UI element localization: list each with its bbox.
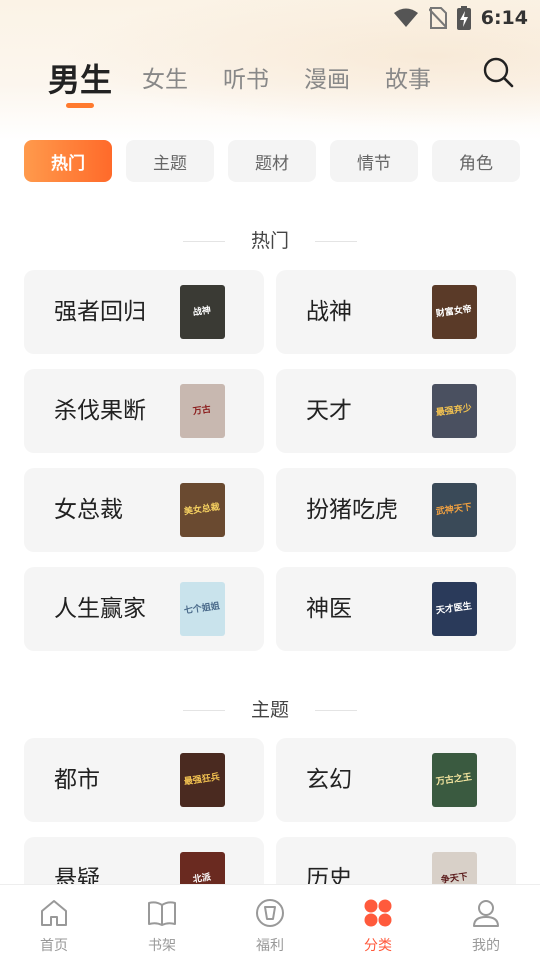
category-card[interactable]: 杀伐果断 万古	[24, 369, 264, 453]
book-cover: 最强弃少	[432, 384, 477, 438]
nav-label: 福利	[256, 938, 284, 954]
category-label: 人生赢家	[54, 596, 146, 622]
category-label: 杀伐果断	[54, 398, 146, 424]
home-icon	[41, 900, 67, 926]
book-cover: 武神天下	[432, 483, 477, 537]
bottom-nav: 首页 书架 福利 分类 我的	[0, 884, 540, 960]
category-card[interactable]: 天才 最强弃少	[276, 369, 516, 453]
chip-hot[interactable]: 热门	[24, 140, 112, 182]
chip-subject[interactable]: 题材	[228, 140, 316, 182]
category-card[interactable]: 扮猪吃虎 武神天下	[276, 468, 516, 552]
category-label: 神医	[306, 596, 352, 622]
nav-label: 分类	[364, 938, 392, 954]
status-bar: 6:14	[0, 0, 540, 36]
chip-theme[interactable]: 主题	[126, 140, 214, 182]
chip-role[interactable]: 角色	[432, 140, 520, 182]
tab-male[interactable]: 男生	[48, 60, 112, 108]
nav-label: 首页	[40, 938, 68, 954]
nav-bookshelf[interactable]: 书架	[108, 885, 216, 960]
section-title-text: 热门	[250, 230, 289, 252]
nav-category[interactable]: 分类	[324, 885, 432, 960]
section-title-text: 主题	[250, 699, 289, 721]
no-sim-icon	[428, 7, 447, 29]
section-title-hot: 热门	[0, 226, 540, 253]
category-label: 战神	[306, 299, 352, 325]
bookshelf-icon	[148, 901, 176, 926]
book-cover: 最强狂兵	[180, 753, 225, 807]
search-icon[interactable]	[482, 56, 514, 88]
profile-icon	[473, 900, 499, 927]
book-cover: 财富女帝	[432, 285, 477, 339]
book-cover: 天才医生	[432, 582, 477, 636]
category-label: 扮猪吃虎	[306, 497, 398, 523]
category-icon	[364, 899, 392, 927]
nav-profile[interactable]: 我的	[432, 885, 540, 960]
category-label: 都市	[54, 767, 100, 793]
status-time: 6:14	[480, 7, 528, 29]
divider	[315, 241, 357, 242]
welfare-icon	[256, 899, 284, 927]
nav-welfare[interactable]: 福利	[216, 885, 324, 960]
category-card[interactable]: 都市 最强狂兵	[24, 738, 264, 822]
book-cover: 七个姐姐	[180, 582, 225, 636]
book-cover: 战神	[180, 285, 225, 339]
filter-chips: 热门 主题 题材 情节 角色	[24, 140, 520, 182]
category-card[interactable]: 人生赢家 七个姐姐	[24, 567, 264, 651]
section-title-theme: 主题	[0, 695, 540, 722]
category-label: 女总裁	[54, 497, 123, 523]
book-cover: 万古	[180, 384, 225, 438]
tab-audiobook[interactable]: 听书	[223, 60, 269, 100]
battery-charging-icon	[456, 6, 471, 30]
tab-female[interactable]: 女生	[142, 60, 188, 100]
top-tabs: 男生 女生 听书 漫画 故事	[48, 50, 466, 108]
category-card[interactable]: 玄幻 万古之王	[276, 738, 516, 822]
category-card[interactable]: 强者回归 战神	[24, 270, 264, 354]
category-label: 天才	[306, 398, 352, 424]
book-cover: 万古之王	[432, 753, 477, 807]
nav-home[interactable]: 首页	[0, 885, 108, 960]
divider	[182, 710, 225, 711]
category-label: 强者回归	[54, 299, 146, 325]
category-label: 玄幻	[306, 767, 352, 793]
divider	[182, 241, 225, 242]
category-card[interactable]: 女总裁 美女总裁	[24, 468, 264, 552]
wifi-icon	[393, 8, 418, 27]
tab-comic[interactable]: 漫画	[304, 60, 350, 100]
category-card[interactable]: 战神 财富女帝	[276, 270, 516, 354]
chip-plot[interactable]: 情节	[330, 140, 418, 182]
nav-label: 我的	[472, 938, 500, 954]
category-card[interactable]: 神医 天才医生	[276, 567, 516, 651]
book-cover: 美女总裁	[180, 483, 225, 537]
tab-story[interactable]: 故事	[385, 60, 431, 100]
divider	[315, 710, 357, 711]
nav-label: 书架	[148, 938, 176, 954]
